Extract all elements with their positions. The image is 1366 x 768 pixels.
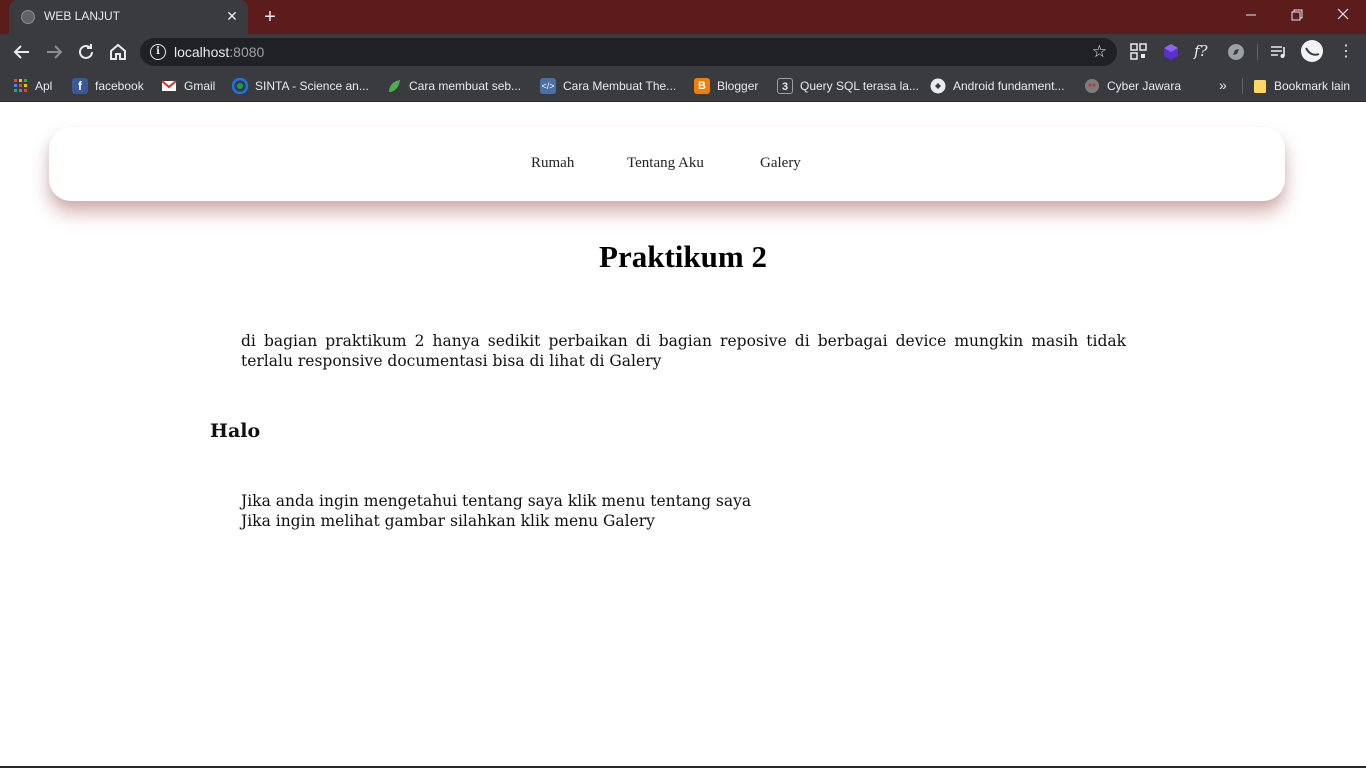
tab-title: WEB LANJUT	[44, 9, 121, 23]
media-queue-icon[interactable]	[1269, 42, 1289, 62]
compass-extension-icon[interactable]	[1226, 42, 1246, 62]
forward-button[interactable]	[42, 40, 66, 64]
profile-avatar[interactable]	[1301, 40, 1323, 62]
reload-icon	[79, 44, 93, 59]
bookmark-other-folder[interactable]: Bookmark lain	[1253, 77, 1350, 95]
bookmark-android-fundamentals[interactable]: Android fundament...	[930, 77, 1064, 95]
close-icon[interactable]: ✕	[224, 7, 240, 25]
avatar-icon	[1305, 47, 1320, 56]
home-icon	[110, 43, 126, 60]
android-dev-icon	[930, 78, 946, 94]
bookmark-blogger[interactable]: B Blogger	[694, 77, 758, 95]
section-heading: Halo	[210, 420, 261, 442]
bookmark-apl[interactable]: Apl	[14, 77, 52, 95]
bookmarks-bar: Apl f facebook Gmail SINTA - Science an.…	[0, 70, 1366, 102]
cyber-jawara-icon	[1085, 79, 1099, 93]
facebook-icon: f	[72, 78, 88, 94]
toolbar-divider	[1257, 44, 1258, 60]
arrow-right-icon	[47, 45, 63, 59]
arrow-left-icon	[13, 45, 29, 59]
bookmark-cara-membuat-seb[interactable]: Cara membuat seb...	[386, 77, 521, 95]
bookmarks-divider	[1242, 78, 1243, 94]
close-window-icon	[1337, 8, 1349, 20]
font-finder-icon[interactable]: f?	[1194, 42, 1214, 62]
new-tab-button[interactable]: +	[258, 5, 282, 29]
reload-button[interactable]	[74, 40, 98, 64]
apps-grid-icon	[14, 79, 27, 92]
browser-tab[interactable]: WEB LANJUT ✕	[9, 0, 248, 34]
bookmark-sinta[interactable]: SINTA - Science an...	[232, 77, 369, 95]
page-title: Praktikum 2	[599, 239, 767, 274]
code-icon: </>	[540, 78, 556, 94]
nav-link-galery[interactable]: Galery	[760, 155, 801, 172]
address-bar[interactable]: i localhost:8080 ☆	[140, 38, 1117, 66]
w3-icon: 3	[777, 78, 793, 94]
url-text[interactable]: localhost:8080	[174, 44, 264, 60]
window-close-button[interactable]	[1320, 0, 1366, 30]
bookmark-gmail[interactable]: Gmail	[161, 77, 215, 95]
browser-toolbar: i localhost:8080 ☆ f? ⋮	[0, 34, 1366, 70]
info-icon[interactable]: i	[150, 44, 166, 60]
sinta-icon	[232, 78, 248, 94]
body-line-gallery: Jika ingin melihat gambar silahkan klik …	[241, 512, 655, 530]
star-icon[interactable]: ☆	[1092, 42, 1107, 62]
site-navbar: Rumah Tentang Aku Galery	[49, 127, 1285, 201]
qr-code-icon[interactable]	[1129, 42, 1149, 62]
restore-icon	[1291, 9, 1303, 21]
restore-button[interactable]	[1274, 0, 1320, 30]
nav-link-rumah[interactable]: Rumah	[531, 155, 574, 172]
blogger-icon: B	[694, 78, 710, 94]
bookmark-cyber-jawara[interactable]: Cyber Jawara	[1084, 77, 1181, 95]
minimize-icon	[1246, 14, 1256, 16]
bookmark-query-sql[interactable]: 3 Query SQL terasa la...	[777, 77, 919, 95]
browser-titlebar: WEB LANJUT ✕ +	[0, 0, 1366, 34]
cube-extension-icon[interactable]	[1161, 42, 1181, 62]
minimize-button[interactable]	[1228, 0, 1274, 30]
home-button[interactable]	[106, 40, 130, 64]
kebab-menu-icon[interactable]: ⋮	[1336, 42, 1356, 62]
leaf-icon	[389, 80, 400, 92]
web-page: Rumah Tentang Aku Galery Praktikum 2 di …	[0, 103, 1366, 768]
back-button[interactable]	[10, 40, 34, 64]
intro-paragraph: di bagian praktikum 2 hanya sedikit perb…	[241, 332, 1126, 370]
nav-link-tentang-aku[interactable]: Tentang Aku	[627, 155, 704, 172]
bookmark-cara-membuat-the[interactable]: </> Cara Membuat The...	[540, 77, 676, 95]
bookmark-facebook[interactable]: f facebook	[72, 77, 144, 95]
globe-icon	[21, 10, 35, 24]
folder-icon	[1254, 80, 1266, 93]
body-line-about: Jika anda ingin mengetahui tentang saya …	[241, 492, 752, 510]
bookmarks-overflow-chevron-icon[interactable]: »	[1219, 77, 1227, 93]
gmail-icon	[161, 80, 177, 91]
